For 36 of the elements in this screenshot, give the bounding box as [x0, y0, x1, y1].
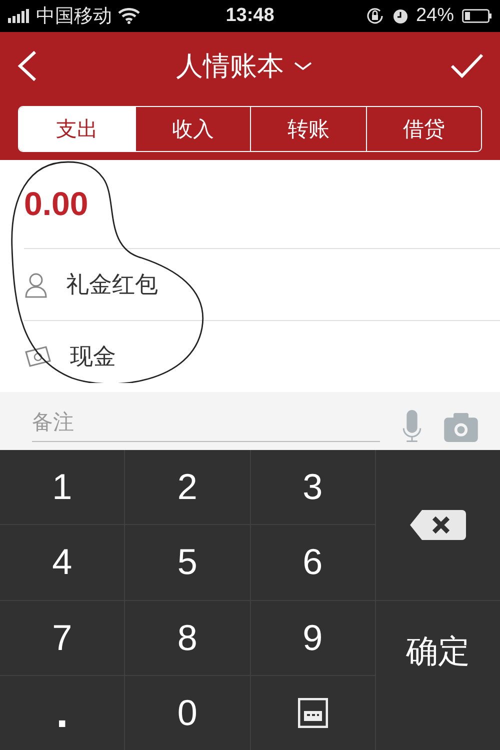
keypad-key[interactable]: 4: [0, 525, 124, 600]
type-tab[interactable]: 支出: [19, 107, 134, 151]
keyboard-icon: [298, 698, 328, 728]
keypad-key[interactable]: 2: [125, 450, 250, 524]
backspace-key[interactable]: [376, 450, 500, 600]
signal-icon: [8, 9, 30, 23]
confirm-check-icon[interactable]: [450, 53, 484, 79]
ledger-selector[interactable]: 人情账本: [168, 48, 320, 84]
alarm-icon: [392, 8, 408, 24]
keypad-key[interactable]: 8: [125, 600, 250, 675]
status-time: 13:48: [226, 5, 274, 27]
type-tab[interactable]: 借贷: [366, 107, 481, 151]
keypad-key[interactable]: 9: [250, 600, 375, 675]
keypad-key[interactable]: .: [0, 676, 124, 750]
back-icon[interactable]: [16, 50, 38, 82]
carrier-name: 中国移动: [36, 5, 112, 29]
note-field[interactable]: 备注: [32, 405, 380, 442]
hide-keyboard-key[interactable]: [250, 676, 375, 750]
battery-percent: 24%: [416, 5, 454, 27]
keypad-key[interactable]: 6: [250, 525, 375, 600]
category-item[interactable]: 礼金红包: [24, 249, 500, 321]
backspace-icon: [410, 510, 466, 540]
caret-icon: [294, 62, 312, 70]
keypad-key[interactable]: 7: [0, 600, 124, 675]
keypad-key[interactable]: 3: [250, 450, 375, 524]
person-icon: [24, 272, 48, 298]
keypad-key[interactable]: 0: [125, 676, 250, 750]
amount-value[interactable]: 0.00: [24, 160, 500, 249]
rotation-lock-icon: [364, 6, 385, 26]
cash-icon: [24, 346, 52, 368]
battery-icon: [462, 9, 492, 23]
keypad-key[interactable]: 1: [0, 450, 124, 524]
keypad-key[interactable]: 5: [125, 525, 250, 600]
wifi-icon: [118, 8, 140, 24]
confirm-key[interactable]: 确定: [376, 600, 500, 750]
account-item[interactable]: 现金: [24, 321, 500, 392]
